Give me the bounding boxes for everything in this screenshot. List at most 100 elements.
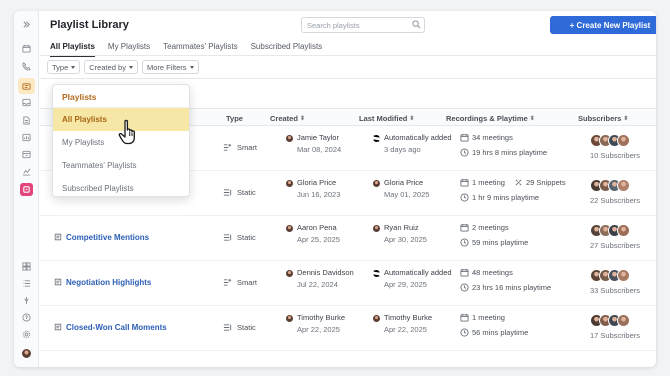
column-created[interactable]: Created ⬍: [270, 114, 305, 123]
created-date: Apr 22, 2025: [297, 325, 340, 334]
playlist-type: Static: [237, 233, 256, 242]
playlist-name[interactable]: Competitive Mentions: [66, 233, 149, 242]
phone-icon[interactable]: [21, 61, 32, 72]
collapse-icon[interactable]: [21, 19, 32, 30]
user-avatar[interactable]: [21, 348, 32, 359]
created-by-filter[interactable]: Created by: [84, 60, 138, 74]
sort-icon: ⬍: [299, 116, 305, 122]
chevron-down-icon: [71, 65, 76, 69]
inbox-icon[interactable]: [21, 97, 32, 108]
static-playlist-icon: [223, 323, 232, 332]
subscriber-count: 17 Subscribers: [590, 331, 641, 340]
playtime: 19 hrs 8 mins playtime: [472, 148, 548, 157]
playlist-icon: [54, 233, 62, 242]
calendar-icon: [460, 268, 469, 277]
playlist-name[interactable]: Negotiation Highlights: [66, 278, 151, 287]
created-by: Dennis Davidson: [297, 268, 354, 277]
avatar: [285, 314, 294, 323]
auto-sync-icon: [373, 134, 380, 143]
modified-by: Automatically added: [384, 268, 452, 277]
scissors-icon: [514, 178, 523, 187]
app-window: Playlist Library + Create New Playlist A…: [14, 11, 656, 367]
column-type[interactable]: Type: [226, 114, 243, 123]
filter-bar: Type Created by More Filters: [47, 60, 199, 74]
playtime: 59 mins playtime: [472, 238, 529, 247]
auto-sync-icon: [373, 269, 380, 278]
modified-date: Apr 22, 2025: [384, 325, 427, 334]
table-row[interactable]: Negotiation Highlights Smart Dennis Davids…: [40, 261, 656, 306]
modified-date: 3 days ago: [384, 145, 421, 154]
dropdown-header: Playlists: [62, 92, 97, 102]
subscriber-avatars[interactable]: [590, 314, 640, 327]
search-icon[interactable]: [412, 20, 421, 29]
playlist-icon[interactable]: [18, 78, 35, 94]
modified-by: Gloria Price: [384, 178, 424, 187]
clock-icon: [460, 148, 469, 157]
column-last-modified[interactable]: Last Modified ⬍: [359, 114, 414, 123]
search-input[interactable]: [301, 17, 425, 33]
create-playlist-button[interactable]: + Create New Playlist: [550, 16, 656, 34]
column-recordings[interactable]: Recordings & Playtime ⬍: [446, 114, 535, 123]
playlist-icon: [54, 323, 62, 332]
divider: [40, 78, 656, 79]
calendar-icon[interactable]: [21, 43, 32, 54]
menu-item-teammates-playlists[interactable]: Teammates' Playlists: [53, 154, 189, 177]
smart-playlist-icon: [223, 278, 232, 287]
created-date: Mar 08, 2024: [297, 145, 342, 154]
table-row[interactable]: Competitive Mentions Static Aaron Pena Apr …: [40, 216, 656, 261]
type-filter[interactable]: Type: [47, 60, 81, 74]
chart-icon[interactable]: [21, 132, 32, 143]
sort-icon: ⬍: [529, 116, 535, 122]
playlist-name[interactable]: Closed-Won Call Moments: [66, 323, 167, 332]
created-by: Gloria Price: [297, 178, 337, 187]
sort-icon: ⬍: [409, 116, 415, 122]
filter-label: Created by: [89, 62, 126, 72]
chevron-down-icon: [128, 65, 133, 69]
created-date: Jun 16, 2023: [297, 190, 341, 199]
subscriber-avatars[interactable]: [590, 224, 640, 237]
subscriber-avatars[interactable]: [590, 179, 640, 192]
column-subscribers[interactable]: Subscribers ⬍: [578, 114, 628, 123]
static-playlist-icon: [223, 188, 232, 197]
column-label: Recordings & Playtime: [446, 114, 528, 123]
left-rail: [14, 11, 39, 367]
pin-icon[interactable]: [21, 295, 32, 306]
widgets-icon[interactable]: [21, 261, 32, 272]
clock-icon: [460, 193, 469, 202]
subscriber-avatars[interactable]: [590, 134, 640, 147]
help-icon[interactable]: [21, 312, 32, 323]
created-date: Jul 22, 2024: [297, 280, 338, 289]
menu-item-subscribed-playlists[interactable]: Subscribed Playlists: [53, 177, 189, 200]
archive-icon[interactable]: [21, 149, 32, 160]
divider: [40, 55, 656, 56]
document-icon[interactable]: [21, 115, 32, 126]
meeting-count: 1 meeting: [472, 178, 505, 187]
playtime: 23 hrs 16 mins playtime: [472, 283, 552, 292]
chevron-down-icon: [189, 65, 194, 69]
more-filters[interactable]: More Filters: [141, 60, 199, 74]
avatar: [617, 179, 630, 192]
list-icon[interactable]: [21, 278, 32, 289]
subscriber-avatars[interactable]: [590, 269, 640, 282]
filter-label: More Filters: [146, 62, 187, 72]
smart-playlist-icon: [223, 143, 232, 152]
playtime: 56 mins playtime: [472, 328, 529, 337]
meeting-count: 48 meetings: [472, 268, 513, 277]
avatar: [617, 224, 630, 237]
subscriber-count: 27 Subscribers: [590, 241, 641, 250]
modified-by: Ryan Ruiz: [384, 223, 419, 232]
calendar-icon: [460, 223, 469, 232]
settings-icon[interactable]: [21, 329, 32, 340]
table-row[interactable]: Closed-Won Call Moments Static Timothy Bur…: [40, 306, 656, 351]
meeting-count: 1 meeting: [472, 313, 505, 322]
column-label: Created: [270, 114, 298, 123]
analytics-icon[interactable]: [21, 166, 32, 177]
playlist-type: Smart: [237, 278, 258, 287]
app-icon[interactable]: [20, 183, 33, 196]
avatar: [617, 134, 630, 147]
calendar-icon: [460, 178, 469, 187]
column-label: Last Modified: [359, 114, 408, 123]
created-by: Timothy Burke: [297, 313, 346, 322]
created-date: Apr 25, 2025: [297, 235, 340, 244]
playlist-icon: [54, 278, 62, 287]
